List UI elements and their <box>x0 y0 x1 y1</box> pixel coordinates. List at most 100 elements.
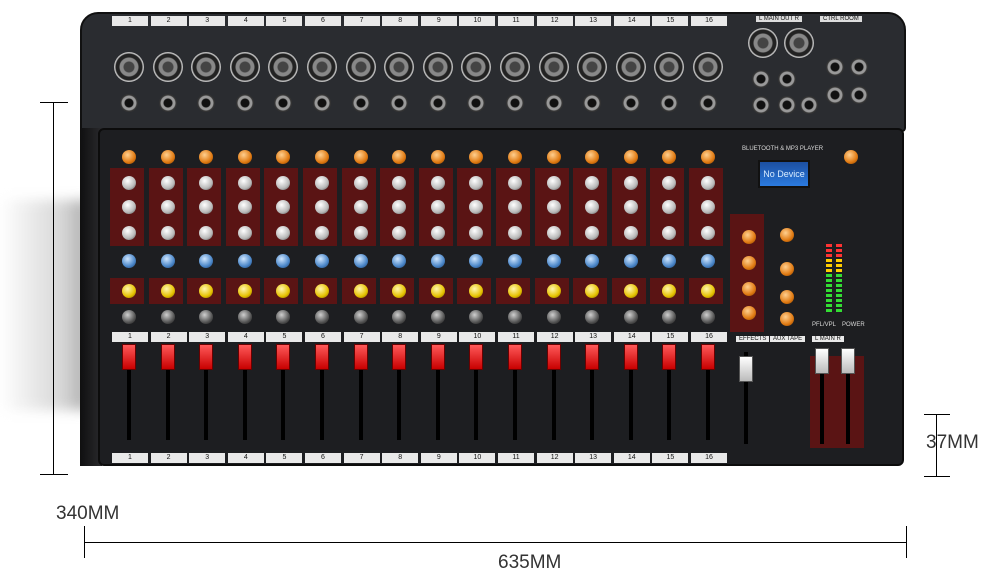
channel-fader[interactable] <box>122 344 136 370</box>
master-knob-icon[interactable] <box>780 312 794 326</box>
channel-knob-icon[interactable] <box>353 254 368 268</box>
master-knob-icon[interactable] <box>742 256 756 270</box>
channel-knob-icon[interactable] <box>430 226 445 240</box>
channel-fader[interactable] <box>430 344 445 370</box>
master-knob-icon[interactable] <box>742 282 756 296</box>
channel-fader[interactable] <box>508 344 522 370</box>
channel-fader[interactable] <box>199 344 214 370</box>
channel-knob-icon[interactable] <box>237 200 252 214</box>
channel-knob-icon[interactable] <box>160 310 175 324</box>
channel-knob-icon[interactable] <box>160 226 175 240</box>
channel-knob-icon[interactable] <box>508 284 522 298</box>
channel-knob-icon[interactable] <box>237 254 252 268</box>
channel-knob-icon[interactable] <box>701 254 715 268</box>
channel-knob-icon[interactable] <box>546 176 561 190</box>
channel-knob-icon[interactable] <box>353 150 368 164</box>
channel-knob-icon[interactable] <box>546 226 561 240</box>
channel-knob-icon[interactable] <box>430 200 445 214</box>
channel-knob-icon[interactable] <box>315 200 329 214</box>
master-knob-icon[interactable] <box>742 306 756 320</box>
channel-fader[interactable] <box>353 344 368 370</box>
channel-knob-icon[interactable] <box>353 310 368 324</box>
channel-knob-icon[interactable] <box>160 150 175 164</box>
master-knob-icon[interactable] <box>780 290 794 304</box>
channel-knob-icon[interactable] <box>353 226 368 240</box>
rear-channel-number: 12 <box>536 16 573 26</box>
channel-strip-number-bottom: 9 <box>420 453 457 463</box>
channel-fader[interactable] <box>623 344 638 370</box>
channel-knob-icon[interactable] <box>546 200 561 214</box>
channel-knob-icon[interactable] <box>546 150 561 164</box>
channel-knob-icon[interactable] <box>546 310 561 324</box>
channel-knob-icon[interactable] <box>237 226 252 240</box>
channel-knob-icon[interactable] <box>160 200 175 214</box>
channel-knob-icon[interactable] <box>701 200 715 214</box>
channel-fader[interactable] <box>237 344 252 370</box>
channel-fader[interactable] <box>392 344 407 370</box>
channel-knob-icon[interactable] <box>701 176 715 190</box>
channel-fader[interactable] <box>160 344 175 370</box>
channel-knob-icon[interactable] <box>160 254 175 268</box>
channel-knob-icon[interactable] <box>430 254 445 268</box>
channel-knob-icon[interactable] <box>623 200 638 214</box>
channel-knob-icon[interactable] <box>701 284 715 298</box>
channel-knob-icon[interactable] <box>315 150 329 164</box>
channel-knob-icon[interactable] <box>122 254 136 268</box>
channel-knob-icon[interactable] <box>315 254 329 268</box>
channel-knob-icon[interactable] <box>315 310 329 324</box>
channel-knob-icon[interactable] <box>315 176 329 190</box>
channel-knob-icon[interactable] <box>122 150 136 164</box>
channel-knob-icon[interactable] <box>508 254 522 268</box>
main-left-fader[interactable] <box>815 348 829 374</box>
channel-knob-icon[interactable] <box>623 176 638 190</box>
channel-knob-icon[interactable] <box>623 226 638 240</box>
channel-knob-icon[interactable] <box>237 176 252 190</box>
channel-knob-icon[interactable] <box>430 310 445 324</box>
channel-knob-icon[interactable] <box>701 150 715 164</box>
channel-knob-icon[interactable] <box>122 200 136 214</box>
channel-knob-icon[interactable] <box>430 176 445 190</box>
channel-knob-icon[interactable] <box>430 150 445 164</box>
channel-fader[interactable] <box>276 344 291 370</box>
channel-knob-icon[interactable] <box>122 226 136 240</box>
channel-knob-icon[interactable] <box>237 310 252 324</box>
channel-knob-icon[interactable] <box>122 310 136 324</box>
channel-knob-icon[interactable] <box>353 200 368 214</box>
master-knob-icon[interactable] <box>780 228 794 242</box>
channel-fader[interactable] <box>315 344 329 370</box>
channel-knob-icon[interactable] <box>623 254 638 268</box>
channel-fader[interactable] <box>701 344 715 370</box>
channel-knob-icon[interactable] <box>353 284 368 298</box>
channel-knob-icon[interactable] <box>623 150 638 164</box>
channel-fader[interactable] <box>546 344 561 370</box>
channel-knob-icon[interactable] <box>546 284 561 298</box>
channel-knob-icon[interactable] <box>508 176 522 190</box>
channel-fader[interactable] <box>585 344 600 370</box>
channel-knob-icon[interactable] <box>508 226 522 240</box>
channel-knob-icon[interactable] <box>160 284 175 298</box>
main-right-fader[interactable] <box>841 348 855 374</box>
master-knob-icon[interactable] <box>742 230 756 244</box>
channel-knob-icon[interactable] <box>508 200 522 214</box>
channel-knob-icon[interactable] <box>508 150 522 164</box>
effects-fader[interactable] <box>739 356 753 382</box>
channel-knob-icon[interactable] <box>315 284 329 298</box>
channel-knob-icon[interactable] <box>701 310 715 324</box>
channel-knob-icon[interactable] <box>701 226 715 240</box>
channel-knob-icon[interactable] <box>508 310 522 324</box>
channel-knob-icon[interactable] <box>623 284 638 298</box>
channel-knob-icon[interactable] <box>237 284 252 298</box>
channel-knob-icon[interactable] <box>430 284 445 298</box>
channel-knob-icon[interactable] <box>623 310 638 324</box>
channel-knob-icon[interactable] <box>122 284 136 298</box>
master-knob-icon[interactable] <box>780 262 794 276</box>
channel-knob-icon[interactable] <box>160 176 175 190</box>
channel-knob-icon[interactable] <box>237 150 252 164</box>
master-knob-icon[interactable] <box>844 150 858 164</box>
channel-knob-icon[interactable] <box>122 176 136 190</box>
channel-knob-icon[interactable] <box>315 226 329 240</box>
channel-knob-icon[interactable] <box>353 176 368 190</box>
channel-knob-icon[interactable] <box>546 254 561 268</box>
channel-fader[interactable] <box>469 344 484 370</box>
channel-fader[interactable] <box>662 344 677 370</box>
